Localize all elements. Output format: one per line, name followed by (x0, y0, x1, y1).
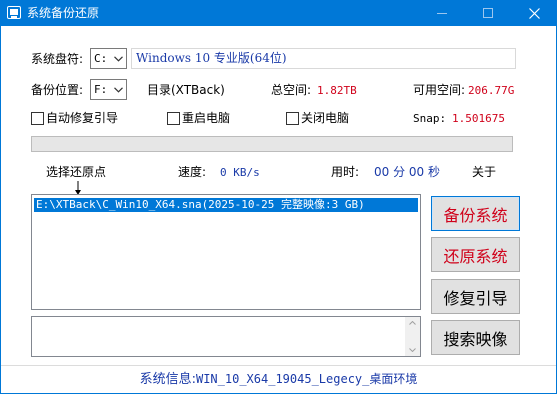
close-icon (528, 7, 540, 19)
restore-point-list[interactable]: E:\XTBack\C_Win10_X64.sna(2025-10-25 完整映… (31, 194, 421, 310)
system-info-value: WIN_10_X64_19045_Legecy_桌面环境 (195, 372, 418, 386)
scroll-down-icon[interactable] (405, 345, 420, 355)
scroll-up-icon[interactable] (405, 318, 420, 328)
system-drive-select[interactable]: C: (90, 48, 127, 69)
maximize-icon (483, 8, 493, 18)
minimize-button[interactable] (419, 0, 465, 26)
chevron-down-icon (110, 80, 126, 99)
backup-location-label: 备份位置: (31, 83, 84, 97)
backup-dir-label: 目录(XTBack) (147, 83, 225, 97)
volume-name-field: Windows 10 专业版(64位) (131, 48, 516, 69)
vertical-scrollbar[interactable] (405, 317, 420, 356)
elapsed-label: 用时: (331, 165, 360, 179)
close-button[interactable] (511, 0, 557, 26)
backup-drive-select[interactable]: F: (90, 79, 127, 100)
snap-label: Snap: (413, 112, 447, 125)
speed-label: 速度: (178, 165, 207, 179)
log-textarea[interactable] (31, 316, 421, 357)
minimize-icon (437, 12, 447, 14)
backup-system-button[interactable]: 备份系统 (431, 196, 520, 231)
system-drive-value: C: (94, 52, 108, 65)
backup-drive-value: F: (94, 83, 108, 96)
title-bar: 系统备份还原 (0, 0, 557, 26)
auto-repair-label: 自动修复引导 (46, 111, 119, 125)
chevron-down-icon (110, 49, 126, 68)
restart-label: 重启电脑 (182, 111, 231, 125)
shutdown-label: 关闭电脑 (301, 111, 350, 125)
checkbox-box (167, 111, 180, 125)
progress-bar (31, 136, 513, 152)
elapsed-value: 00 分 00 秒 (374, 165, 440, 179)
free-space-label: 可用空间: (413, 83, 466, 97)
total-space-value: 1.82TB (317, 84, 357, 97)
repair-boot-button[interactable]: 修复引导 (431, 279, 520, 314)
volume-name: Windows 10 专业版(64位) (136, 51, 287, 65)
auto-repair-checkbox[interactable]: 自动修复引导 (31, 110, 118, 126)
select-restore-point-label: 选择还原点 (46, 165, 107, 179)
about-link[interactable]: 关于 (472, 164, 496, 180)
shutdown-checkbox[interactable]: 关闭电脑 (286, 110, 349, 126)
maximize-button[interactable] (465, 0, 511, 26)
computer-icon (7, 6, 21, 19)
checkbox-box (286, 111, 299, 125)
window-title: 系统备份还原 (27, 6, 100, 20)
restart-checkbox[interactable]: 重启电脑 (167, 110, 230, 126)
system-info-label: 系统信息: (139, 372, 196, 387)
search-image-button[interactable]: 搜索映像 (431, 320, 520, 355)
system-drive-label: 系统盘符: (31, 52, 84, 66)
restore-system-button[interactable]: 还原系统 (431, 237, 520, 272)
list-item[interactable]: E:\XTBack\C_Win10_X64.sna(2025-10-25 完整映… (34, 198, 418, 212)
system-info: 系统信息:WIN_10_X64_19045_Legecy_桌面环境 (1, 371, 556, 388)
speed-value: 0 KB/s (220, 166, 260, 179)
snap-value: 1.501675 (452, 112, 505, 125)
total-space-label: 总空间: (271, 83, 312, 97)
checkbox-box (31, 111, 44, 125)
status-bar: 系统信息:WIN_10_X64_19045_Legecy_桌面环境 (1, 365, 556, 393)
free-space-value: 206.77G (468, 84, 515, 97)
